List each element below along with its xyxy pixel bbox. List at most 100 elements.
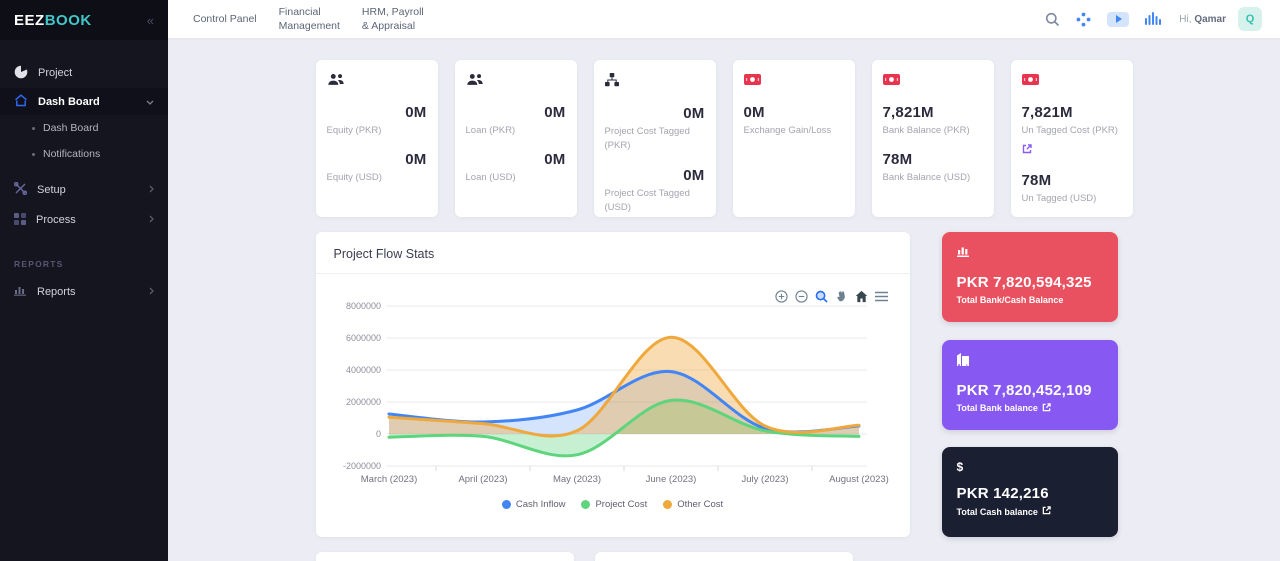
search-icon[interactable] bbox=[1045, 12, 1060, 27]
banknote-icon bbox=[883, 73, 983, 91]
bottom-card-2 bbox=[595, 552, 853, 561]
tab-hrm-payroll[interactable]: HRM, Payroll & Appraisal bbox=[362, 5, 424, 33]
tools-icon bbox=[14, 182, 27, 198]
x-axis-label: June (2023) bbox=[645, 474, 696, 485]
x-axis-label: April (2023) bbox=[458, 474, 507, 485]
stat-value: 0M bbox=[327, 104, 427, 121]
stat-label: Bank Balance (USD) bbox=[883, 171, 983, 185]
tab-financial-management[interactable]: Financial Management bbox=[279, 5, 340, 33]
stat-value: 78M bbox=[1022, 172, 1122, 189]
bottom-card-1 bbox=[316, 552, 574, 561]
sidebar-item-project[interactable]: Project bbox=[0, 58, 168, 88]
bar-chart-icon bbox=[14, 285, 27, 299]
stat-label: Project Cost Tagged (USD) bbox=[605, 187, 705, 216]
zoom-out-icon[interactable] bbox=[795, 290, 808, 303]
bottom-row bbox=[316, 552, 1133, 561]
summary-card-total-bank: PKR 7,820,452,109 Total Bank balance bbox=[942, 340, 1118, 430]
chevron-right-icon bbox=[149, 184, 154, 196]
pan-icon[interactable] bbox=[835, 290, 848, 303]
chart-icon bbox=[957, 245, 1103, 263]
project-flow-chart[interactable]: 80000006000000400000020000000-2000000Mar… bbox=[316, 280, 910, 492]
play-button[interactable] bbox=[1107, 12, 1129, 27]
stat-label: Bank Balance (PKR) bbox=[883, 124, 983, 138]
chart-legend: Cash Inflow Project Cost Other Cost bbox=[316, 499, 910, 510]
legend-item-project-cost[interactable]: Project Cost bbox=[581, 499, 647, 510]
tab-control-panel[interactable]: Control Panel bbox=[193, 12, 257, 26]
stat-label: Loan (PKR) bbox=[466, 124, 566, 138]
stat-label: Un Tagged Cost (PKR) bbox=[1022, 124, 1122, 138]
stat-value: 0M bbox=[605, 105, 705, 122]
stat-card-untagged-cost: 7,821M Un Tagged Cost (PKR) 78M Un Tagged… bbox=[1011, 60, 1133, 217]
stat-card-bank-balance: 7,821M Bank Balance (PKR) 78M Bank Balance… bbox=[872, 60, 994, 217]
stat-card-loan: 0MLoan (PKR) 0MLoan (USD) bbox=[455, 60, 577, 217]
summary-label: Total Bank/Cash Balance bbox=[957, 295, 1064, 305]
summary-column: PKR 7,820,594,325 Total Bank/Cash Balanc… bbox=[942, 232, 1118, 537]
selection-zoom-icon[interactable] bbox=[815, 290, 828, 303]
stat-label: Exchange Gain/Loss bbox=[744, 124, 844, 138]
legend-item-cash-inflow[interactable]: Cash Inflow bbox=[502, 499, 566, 510]
x-axis-label: May (2023) bbox=[552, 474, 600, 485]
y-axis-label: 6000000 bbox=[345, 333, 380, 343]
stat-value: 7,821M bbox=[883, 104, 983, 121]
external-link-icon[interactable] bbox=[1042, 403, 1051, 414]
stat-value: 7,821M bbox=[1022, 104, 1122, 121]
sidebar-item-process[interactable]: Process bbox=[0, 205, 168, 235]
users-icon bbox=[466, 73, 566, 91]
stat-value: 0M bbox=[466, 104, 566, 121]
stat-value: 78M bbox=[883, 151, 983, 168]
banknote-icon bbox=[744, 73, 844, 91]
sidebar-item-dashboard[interactable]: Dash Board bbox=[0, 88, 168, 115]
y-axis-label: 4000000 bbox=[345, 365, 380, 375]
chart-toolbar bbox=[775, 290, 888, 303]
x-axis-label: August (2023) bbox=[829, 474, 889, 485]
stat-label: Un Tagged (USD) bbox=[1022, 192, 1122, 206]
apps-icon[interactable] bbox=[1076, 12, 1091, 27]
summary-label: Total Cash balance bbox=[957, 507, 1038, 517]
y-axis-label: 0 bbox=[375, 429, 380, 439]
stat-label: Equity (USD) bbox=[327, 171, 427, 185]
chevron-down-icon bbox=[146, 96, 154, 108]
legend-label: Project Cost bbox=[595, 499, 647, 510]
pie-chart-icon bbox=[14, 65, 28, 82]
summary-value: PKR 142,216 bbox=[957, 485, 1103, 502]
bullet-icon bbox=[32, 153, 35, 156]
sidebar-subitem-notifications[interactable]: Notifications bbox=[0, 141, 168, 167]
y-axis-label: -2000000 bbox=[342, 461, 380, 471]
summary-value: PKR 7,820,452,109 bbox=[957, 382, 1103, 399]
sidebar-collapse-icon[interactable]: « bbox=[147, 13, 154, 28]
summary-label: Total Bank balance bbox=[957, 403, 1038, 413]
legend-label: Cash Inflow bbox=[516, 499, 566, 510]
summary-value: PKR 7,820,594,325 bbox=[957, 274, 1103, 291]
sidebar: EEZBOOK « Project Dash Board Dash Board … bbox=[0, 0, 168, 561]
main-content: 0MEquity (PKR) 0MEquity (USD) 0MLoan (PK… bbox=[168, 38, 1280, 561]
app-logo[interactable]: EEZBOOK bbox=[14, 12, 92, 29]
bank-icon bbox=[957, 353, 1103, 371]
chart-menu-icon[interactable] bbox=[875, 291, 888, 302]
sidebar-subitem-dashboard[interactable]: Dash Board bbox=[0, 115, 168, 141]
zoom-in-icon[interactable] bbox=[775, 290, 788, 303]
chevron-right-icon bbox=[149, 286, 154, 298]
stat-value: 0M bbox=[605, 167, 705, 184]
analytics-icon[interactable] bbox=[1145, 12, 1161, 26]
chevron-right-icon bbox=[149, 214, 154, 226]
sidebar-item-reports[interactable]: Reports bbox=[0, 277, 168, 307]
home-icon bbox=[14, 94, 28, 110]
topbar: Control Panel Financial Management HRM, … bbox=[168, 0, 1280, 38]
sidebar-menu: Project Dash Board Dash Board Notificati… bbox=[0, 40, 168, 307]
legend-dot bbox=[581, 500, 590, 509]
user-greeting: Hi, Qamar bbox=[1179, 14, 1226, 25]
users-icon bbox=[327, 73, 427, 91]
stat-card-project-cost-tagged: 0M Project Cost Tagged (PKR) 0M Project Co… bbox=[594, 60, 716, 217]
banknote-icon bbox=[1022, 73, 1122, 91]
sidebar-item-setup[interactable]: Setup bbox=[0, 175, 168, 205]
sidebar-section-reports: REPORTS bbox=[14, 259, 154, 269]
external-link-icon[interactable] bbox=[1042, 506, 1051, 517]
avatar[interactable]: Q bbox=[1238, 7, 1262, 31]
external-link-icon[interactable] bbox=[1022, 141, 1122, 159]
stat-label: Project Cost Tagged (PKR) bbox=[605, 125, 705, 154]
legend-item-other-cost[interactable]: Other Cost bbox=[663, 499, 723, 510]
bullet-icon bbox=[32, 127, 35, 130]
sitemap-icon bbox=[605, 73, 705, 92]
stat-card-exchange: 0MExchange Gain/Loss bbox=[733, 60, 855, 217]
reset-zoom-home-icon[interactable] bbox=[855, 290, 868, 303]
